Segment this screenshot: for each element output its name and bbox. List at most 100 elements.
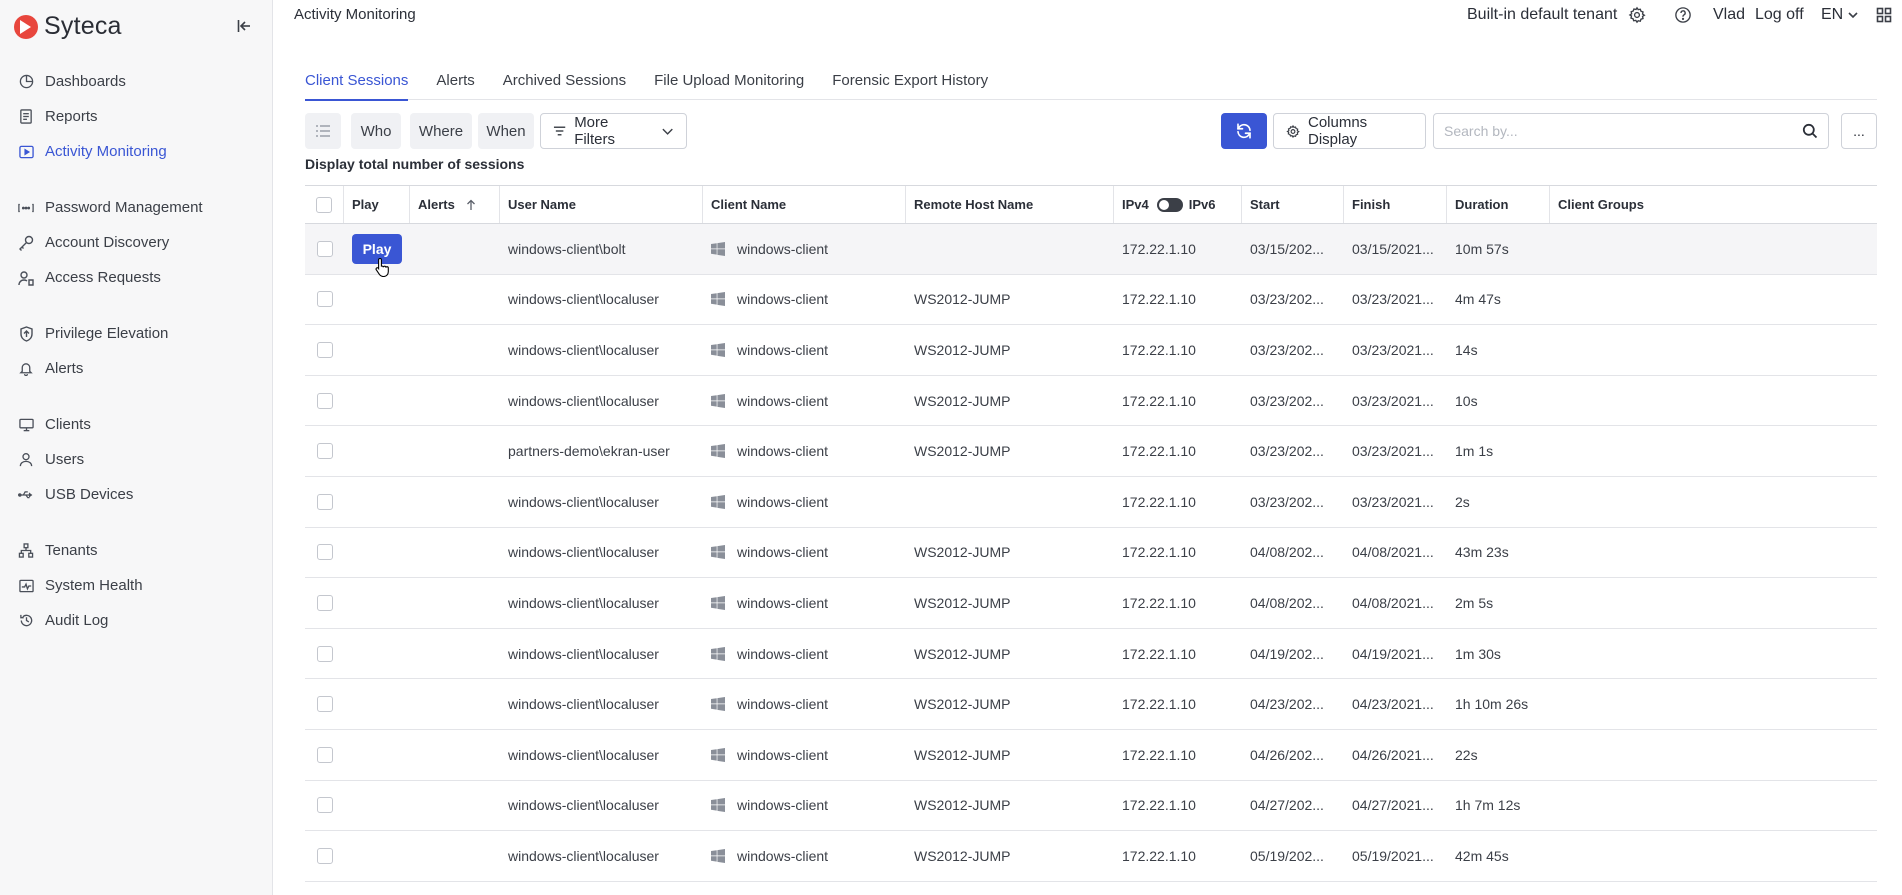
row-checkbox[interactable] — [316, 696, 333, 713]
select-all-checkbox[interactable] — [316, 196, 332, 213]
column-header-alerts[interactable]: Alerts — [410, 186, 500, 223]
sidebar-item-tenants[interactable]: Tenants — [0, 533, 272, 568]
sidebar-item-label: Activity Monitoring — [45, 143, 167, 160]
who-filter-button[interactable]: Who — [351, 113, 401, 149]
sort-ascending-icon[interactable] — [465, 199, 477, 211]
ip-cell: 172.22.1.10 — [1114, 831, 1242, 881]
table-row[interactable]: windows-client\localuser windows-client WS… — [305, 629, 1877, 680]
refresh-button[interactable] — [1221, 113, 1267, 149]
row-checkbox[interactable] — [316, 544, 333, 561]
more-filters-button[interactable]: More Filters — [540, 113, 687, 149]
remote-host-value: WS2012-JUMP — [914, 847, 1011, 864]
table-row[interactable]: windows-client\localuser windows-client WS… — [305, 679, 1877, 730]
row-checkbox[interactable] — [316, 240, 333, 257]
sidebar-item-system-health[interactable]: System Health — [0, 568, 272, 603]
table-row[interactable]: windows-client\localuser windows-client 17… — [305, 477, 1877, 528]
sidebar-item-label: Alerts — [45, 360, 84, 377]
row-checkbox[interactable] — [316, 392, 333, 409]
sidebar-item-password-management[interactable]: Password Management — [0, 190, 272, 225]
language-selector[interactable]: EN — [1821, 6, 1859, 24]
tab-forensic-export-history[interactable]: Forensic Export History — [832, 68, 988, 100]
row-checkbox[interactable] — [316, 443, 333, 460]
column-header-label: Client Name — [711, 197, 787, 212]
alerts-cell — [410, 679, 500, 729]
row-checkbox[interactable] — [316, 645, 333, 662]
column-header-ip[interactable]: IPv4 IPv6 — [1114, 186, 1242, 223]
brand-logo[interactable]: Syteca — [14, 12, 122, 41]
table-row[interactable]: windows-client\localuser windows-client WS… — [305, 730, 1877, 781]
sidebar-item-account-discovery[interactable]: Account Discovery — [0, 225, 272, 260]
column-header-remote-host-name[interactable]: Remote Host Name — [906, 186, 1114, 223]
row-checkbox[interactable] — [316, 594, 333, 611]
row-checkbox[interactable] — [316, 746, 333, 763]
table-row[interactable]: windows-client\localuser windows-client WS… — [305, 376, 1877, 427]
column-header-client-groups[interactable]: Client Groups — [1550, 186, 1877, 223]
sidebar-item-access-requests[interactable]: Access Requests — [0, 260, 272, 295]
sidebar-item-reports[interactable]: Reports — [0, 99, 272, 134]
start-cell: 05/19/202... — [1242, 831, 1344, 881]
column-header-user-name[interactable]: User Name — [500, 186, 703, 223]
total-sessions-link[interactable]: Display total number of sessions — [305, 156, 524, 172]
when-filter-button[interactable]: When — [478, 113, 534, 149]
start-cell: 03/23/202... — [1242, 426, 1344, 476]
row-checkbox[interactable] — [316, 797, 333, 814]
table-row[interactable]: windows-client\localuser windows-client WS… — [305, 325, 1877, 376]
client-groups-cell — [1550, 831, 1877, 881]
ip-version-toggle[interactable] — [1156, 197, 1183, 212]
sidebar-item-users[interactable]: Users — [0, 442, 272, 477]
sidebar-item-clients[interactable]: Clients — [0, 407, 272, 442]
apps-grid-button[interactable] — [1874, 5, 1894, 25]
more-filters-label: More Filters — [574, 114, 616, 148]
settings-button[interactable] — [1627, 5, 1647, 25]
table-row[interactable]: windows-client\localuser windows-client WS… — [305, 578, 1877, 629]
table-row[interactable]: partners-demo\ekran-user windows-client WS… — [305, 426, 1877, 477]
column-header-client-name[interactable]: Client Name — [703, 186, 906, 223]
column-header-finish[interactable]: Finish — [1344, 186, 1447, 223]
tab-alerts[interactable]: Alerts — [436, 68, 474, 100]
row-checkbox[interactable] — [316, 847, 333, 864]
user-name[interactable]: Vlad — [1713, 6, 1745, 24]
table-row[interactable]: Play windows-client\bolt windows-client 172… — [305, 224, 1877, 275]
duration-cell: 43m 23s — [1447, 528, 1550, 578]
column-header-play[interactable]: Play — [344, 186, 410, 223]
user-name-value: windows-client\localuser — [508, 594, 659, 611]
table-row[interactable]: windows-client\localuser windows-client WS… — [305, 831, 1877, 882]
client-groups-cell — [1550, 275, 1877, 325]
search-icon[interactable] — [1802, 123, 1818, 139]
table-row[interactable]: windows-client\localuser windows-client WS… — [305, 781, 1877, 832]
column-header-duration[interactable]: Duration — [1447, 186, 1550, 223]
user-name-cell: windows-client\localuser — [500, 578, 703, 628]
sidebar-item-privilege-elevation[interactable]: Privilege Elevation — [0, 316, 272, 351]
ip-cell: 172.22.1.10 — [1114, 679, 1242, 729]
start-value: 04/26/202... — [1250, 746, 1324, 763]
row-checkbox[interactable] — [316, 341, 333, 358]
more-options-button[interactable]: ... — [1841, 113, 1877, 149]
row-checkbox[interactable] — [316, 291, 333, 308]
sidebar-item-alerts[interactable]: Alerts — [0, 351, 272, 386]
list-view-button[interactable] — [305, 113, 341, 149]
tab-client-sessions[interactable]: Client Sessions — [305, 68, 409, 101]
play-button[interactable]: Play — [352, 233, 402, 264]
search-input[interactable] — [1444, 123, 1802, 139]
where-filter-button[interactable]: Where — [410, 113, 472, 149]
columns-display-button[interactable]: Columns Display — [1273, 113, 1426, 149]
tenant-selector[interactable]: Built-in default tenant — [1467, 6, 1617, 24]
help-button[interactable] — [1673, 5, 1693, 25]
row-checkbox[interactable] — [316, 493, 333, 510]
client-name-value: windows-client — [737, 696, 829, 713]
tab-file-upload-monitoring[interactable]: File Upload Monitoring — [654, 68, 804, 100]
sidebar-item-usb-devices[interactable]: USB Devices — [0, 477, 272, 512]
logoff-link[interactable]: Log off — [1755, 6, 1804, 24]
sidebar-item-dashboards[interactable]: Dashboards — [0, 64, 272, 99]
table-row[interactable]: windows-client\localuser windows-client WS… — [305, 528, 1877, 579]
client-name-cell: windows-client — [703, 578, 906, 628]
finish-cell: 03/23/2021... — [1344, 325, 1447, 375]
sidebar-item-audit-log[interactable]: Audit Log — [0, 603, 272, 638]
column-header-start[interactable]: Start — [1242, 186, 1344, 223]
sidebar-item-activity-monitoring[interactable]: Activity Monitoring — [0, 134, 272, 169]
collapse-sidebar-button[interactable] — [234, 16, 254, 36]
tab-archived-sessions[interactable]: Archived Sessions — [503, 68, 626, 100]
remote-host-cell: WS2012-JUMP — [906, 730, 1114, 780]
table-row[interactable]: windows-client\localuser windows-client WS… — [305, 275, 1877, 326]
table-body: Play windows-client\bolt windows-client 172… — [305, 224, 1877, 882]
